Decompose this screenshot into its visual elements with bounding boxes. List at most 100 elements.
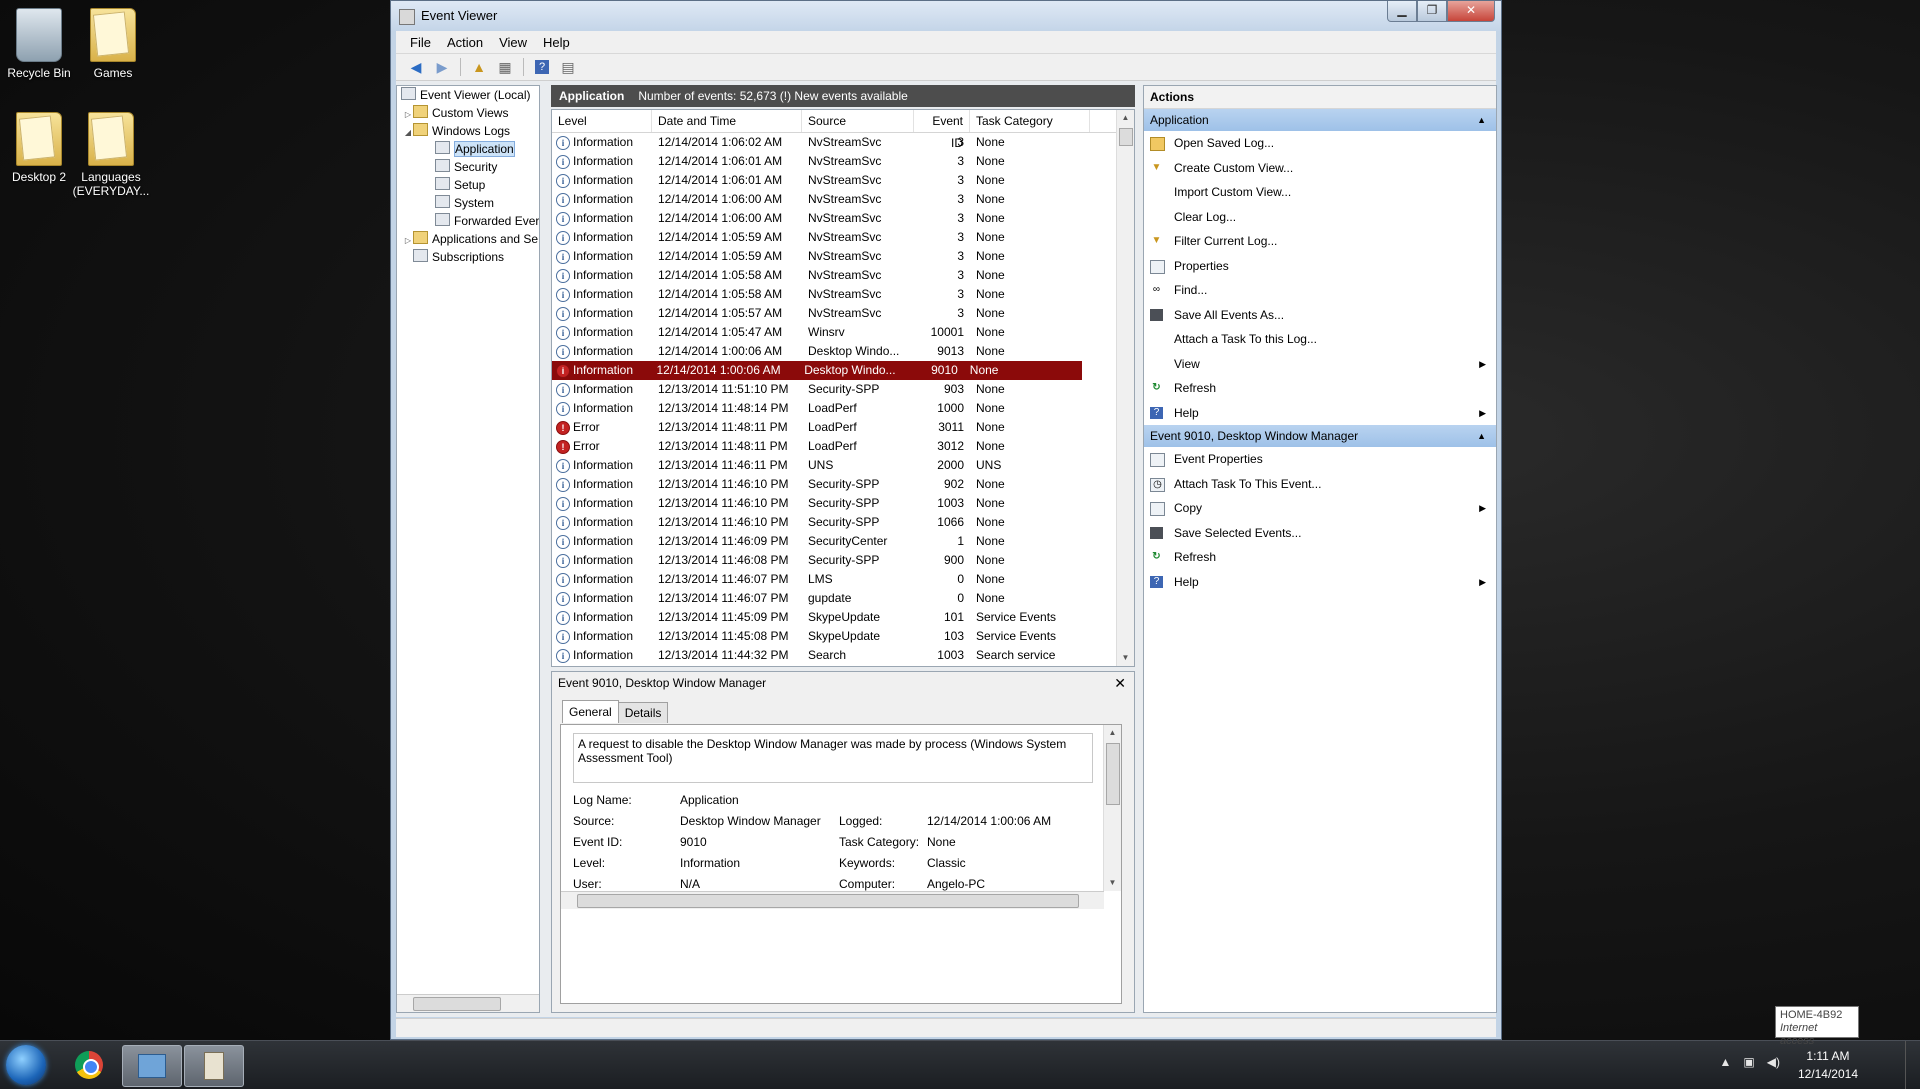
back-arrow-icon[interactable]: ◀ — [406, 58, 426, 76]
action-item[interactable]: ↻ Refresh — [1144, 545, 1496, 570]
action-item[interactable]: Clear Log... — [1144, 205, 1496, 230]
table-row[interactable]: i Information 12/14/2014 1:00:06 AM Desktop… — [552, 361, 1082, 380]
table-row[interactable]: i Information 12/13/2014 11:46:10 PM Securi… — [552, 494, 1134, 513]
column-event-id[interactable]: Event ID — [914, 110, 970, 150]
tree-item-root[interactable]: Event Viewer (Local) — [397, 86, 539, 104]
table-row[interactable]: i Information 12/14/2014 1:06:00 AM NvStrea… — [552, 209, 1134, 228]
table-row[interactable]: ! Error 12/13/2014 11:48:11 PM LoadPerf 3011… — [552, 418, 1134, 437]
table-row[interactable]: i Information 12/13/2014 11:45:08 PM SkypeU… — [552, 627, 1134, 646]
taskbar-control-panel[interactable] — [122, 1045, 182, 1087]
minimize-button[interactable]: ▁ — [1387, 1, 1417, 22]
table-row[interactable]: i Information 12/13/2014 11:46:10 PM Securi… — [552, 513, 1134, 532]
table-row[interactable]: ! Error 12/13/2014 11:48:11 PM LoadPerf 3012… — [552, 437, 1134, 456]
scrollbar-thumb[interactable] — [1119, 128, 1133, 146]
events-vertical-scrollbar[interactable]: ▲ ▼ — [1116, 110, 1134, 666]
desktop-icon-languages[interactable]: Languages (EVERYDAY... — [66, 112, 156, 198]
tree-item-security[interactable]: Security — [397, 158, 539, 176]
scroll-down-arrow-icon[interactable]: ▼ — [1104, 875, 1121, 891]
tree-item-forwarded-events[interactable]: Forwarded Ever — [397, 212, 539, 230]
table-row[interactable]: i Information 12/14/2014 1:05:57 AM NvStrea… — [552, 304, 1134, 323]
action-item[interactable]: View ▶ — [1144, 352, 1496, 377]
table-row[interactable]: i Information 12/13/2014 11:46:07 PM gupdat… — [552, 589, 1134, 608]
action-item[interactable]: Attach a Task To this Log... — [1144, 327, 1496, 352]
action-item[interactable]: ? Help ▶ — [1144, 570, 1496, 595]
collapse-arrow-icon[interactable]: ▲ — [1477, 425, 1486, 447]
detail-horizontal-scrollbar[interactable] — [561, 891, 1104, 909]
tree-item-applications-and-services[interactable]: ▷ Applications and Se — [397, 230, 539, 248]
table-row[interactable]: i Information 12/14/2014 1:05:47 AM Winsrv 1… — [552, 323, 1134, 342]
tree-item-custom-views[interactable]: ▷ Custom Views — [397, 104, 539, 122]
desktop-icon-games[interactable]: Games — [68, 8, 158, 80]
scroll-up-arrow-icon[interactable]: ▲ — [1117, 110, 1134, 126]
action-item[interactable]: Import Custom View... — [1144, 180, 1496, 205]
show-hide-action-pane-icon[interactable]: ▤ — [558, 58, 578, 76]
column-date-time[interactable]: Date and Time — [652, 110, 802, 132]
tree-item-setup[interactable]: Setup — [397, 176, 539, 194]
show-hidden-icons-icon[interactable]: ▲ — [1720, 1055, 1732, 1069]
scroll-down-arrow-icon[interactable]: ▼ — [1117, 650, 1134, 666]
column-source[interactable]: Source — [802, 110, 914, 132]
table-row[interactable]: i Information 12/14/2014 1:05:59 AM NvStrea… — [552, 247, 1134, 266]
action-item[interactable]: Save Selected Events... — [1144, 521, 1496, 546]
table-row[interactable]: i Information 12/13/2014 11:46:09 PM Securi… — [552, 532, 1134, 551]
close-button[interactable]: ✕ — [1447, 1, 1495, 22]
menu-view[interactable]: View — [491, 35, 535, 50]
scroll-up-arrow-icon[interactable]: ▲ — [1104, 725, 1121, 741]
table-row[interactable]: i Information 12/13/2014 11:46:10 PM Securi… — [552, 475, 1134, 494]
actions-section-application[interactable]: Application ▲ — [1144, 109, 1496, 131]
actions-section-event[interactable]: Event 9010, Desktop Window Manager ▲ — [1144, 425, 1496, 447]
clock[interactable]: 1:11 AM 12/14/2014 — [1798, 1047, 1858, 1083]
maximize-button[interactable]: ❐ — [1417, 1, 1447, 22]
action-item[interactable]: Save All Events As... — [1144, 303, 1496, 328]
title-bar[interactable]: Event Viewer ▁ ❐ ✕ — [391, 1, 1501, 31]
taskbar-chrome[interactable] — [60, 1045, 118, 1085]
table-row[interactable]: i Information 12/13/2014 11:44:32 PM Search… — [552, 646, 1134, 665]
collapse-arrow-icon[interactable]: ▲ — [1477, 109, 1486, 131]
detail-vertical-scrollbar[interactable]: ▲ ▼ — [1103, 725, 1121, 891]
action-item[interactable]: Properties — [1144, 254, 1496, 279]
action-item[interactable]: Event Properties — [1144, 447, 1496, 472]
taskbar-event-viewer[interactable] — [184, 1045, 244, 1087]
help-icon[interactable]: ? — [532, 58, 552, 76]
up-folder-icon[interactable]: ▲ — [469, 58, 489, 76]
table-row[interactable]: i Information 12/13/2014 11:46:07 PM LMS 0 No… — [552, 570, 1134, 589]
menu-file[interactable]: File — [402, 35, 439, 50]
menu-action[interactable]: Action — [439, 35, 491, 50]
action-item[interactable]: ↻ Refresh — [1144, 376, 1496, 401]
table-row[interactable]: i Information 12/14/2014 1:00:06 AM Desktop… — [552, 342, 1134, 361]
volume-icon[interactable]: ◀) — [1767, 1055, 1780, 1069]
tab-general[interactable]: General — [562, 700, 619, 723]
table-row[interactable]: i Information 12/14/2014 1:05:58 AM NvStrea… — [552, 266, 1134, 285]
table-row[interactable]: i Information 12/14/2014 1:05:59 AM NvStrea… — [552, 228, 1134, 247]
table-row[interactable]: i Information 12/13/2014 11:46:11 PM UNS 200… — [552, 456, 1134, 475]
tree-item-subscriptions[interactable]: Subscriptions — [397, 248, 539, 266]
tree-horizontal-scrollbar[interactable] — [397, 994, 539, 1012]
forward-arrow-icon[interactable]: ▶ — [432, 58, 452, 76]
table-row[interactable]: iInformation12/13/2014 11:44:12 PMWMI561… — [552, 665, 1134, 666]
column-task-category[interactable]: Task Category — [970, 110, 1090, 132]
action-item[interactable]: Copy ▶ — [1144, 496, 1496, 521]
action-item[interactable]: ◷ Attach Task To This Event... — [1144, 472, 1496, 497]
table-row[interactable]: i Information 12/14/2014 1:05:58 AM NvStrea… — [552, 285, 1134, 304]
network-icon[interactable]: ▣ — [1743, 1055, 1754, 1069]
table-row[interactable]: i Information 12/13/2014 11:51:10 PM Securi… — [552, 380, 1134, 399]
scrollbar-thumb[interactable] — [413, 997, 501, 1011]
menu-help[interactable]: Help — [535, 35, 578, 50]
column-level[interactable]: Level — [552, 110, 652, 132]
tab-details[interactable]: Details — [617, 702, 669, 723]
show-hide-tree-icon[interactable]: ▦ — [495, 58, 515, 76]
action-item[interactable]: ∞ Find... — [1144, 278, 1496, 303]
table-row[interactable]: i Information 12/14/2014 1:06:02 AM NvStrea… — [552, 133, 1134, 152]
close-icon[interactable]: ✕ — [1114, 672, 1126, 694]
start-button[interactable] — [6, 1045, 46, 1085]
table-row[interactable]: i Information 12/13/2014 11:45:09 PM SkypeU… — [552, 608, 1134, 627]
scrollbar-thumb[interactable] — [577, 894, 1079, 908]
action-item[interactable]: ▼ Create Custom View... — [1144, 156, 1496, 181]
table-row[interactable]: i Information 12/14/2014 1:06:01 AM NvStrea… — [552, 171, 1134, 190]
table-row[interactable]: i Information 12/13/2014 11:46:08 PM Securi… — [552, 551, 1134, 570]
scrollbar-thumb[interactable] — [1106, 743, 1120, 805]
tree-item-application[interactable]: Application — [397, 140, 539, 158]
action-item[interactable]: Open Saved Log... — [1144, 131, 1496, 156]
action-item[interactable]: ? Help ▶ — [1144, 401, 1496, 426]
action-item[interactable]: ▼ Filter Current Log... — [1144, 229, 1496, 254]
